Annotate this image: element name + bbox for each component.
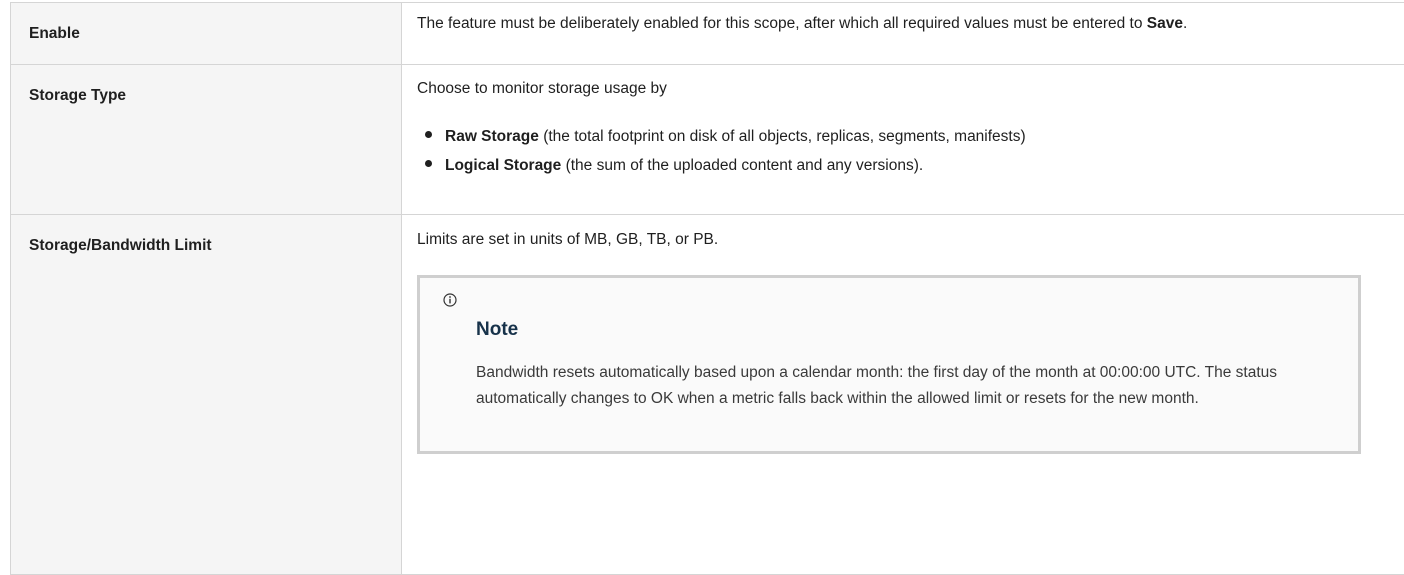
list-item: Raw Storage (the total footprint on disk… <box>445 122 1388 151</box>
row-label-enable: Enable <box>11 3 401 46</box>
option-term: Logical Storage <box>445 157 561 174</box>
enable-description: The feature must be deliberately enabled… <box>417 11 1388 37</box>
settings-table: Enable The feature must be deliberately … <box>10 2 1404 575</box>
key-cell: Storage Type <box>11 65 402 215</box>
row-label-storage-type: Storage Type <box>11 65 401 108</box>
key-cell: Storage/Bandwidth Limit <box>11 215 402 575</box>
description-cell: Limits are set in units of MB, GB, TB, o… <box>402 215 1404 575</box>
list-item: Logical Storage (the sum of the uploaded… <box>445 151 1388 180</box>
save-term: Save <box>1147 15 1183 32</box>
table-row-limit: Storage/Bandwidth Limit Limits are set i… <box>11 215 1404 575</box>
description-cell: Choose to monitor storage usage by Raw S… <box>402 65 1404 215</box>
row-label-limit: Storage/Bandwidth Limit <box>11 215 401 258</box>
table-row-enable: Enable The feature must be deliberately … <box>11 3 1404 65</box>
note-callout: Note Bandwidth resets automatically base… <box>417 275 1361 454</box>
enable-description-text: The feature must be deliberately enabled… <box>417 15 1147 32</box>
key-cell: Enable <box>11 3 402 65</box>
storage-type-options: Raw Storage (the total footprint on disk… <box>417 122 1388 180</box>
note-title: Note <box>476 316 518 344</box>
info-icon <box>443 293 457 307</box>
enable-description-end: . <box>1183 15 1187 32</box>
limit-intro: Limits are set in units of MB, GB, TB, o… <box>417 227 1388 253</box>
description-cell: The feature must be deliberately enabled… <box>402 3 1404 65</box>
option-term: Raw Storage <box>445 128 539 145</box>
option-detail: (the sum of the uploaded content and any… <box>561 157 923 174</box>
storage-type-intro: Choose to monitor storage usage by <box>417 76 1388 102</box>
option-detail: (the total footprint on disk of all obje… <box>539 128 1026 145</box>
table-row-storage-type: Storage Type Choose to monitor storage u… <box>11 65 1404 215</box>
note-body: Bandwidth resets automatically based upo… <box>476 360 1326 412</box>
